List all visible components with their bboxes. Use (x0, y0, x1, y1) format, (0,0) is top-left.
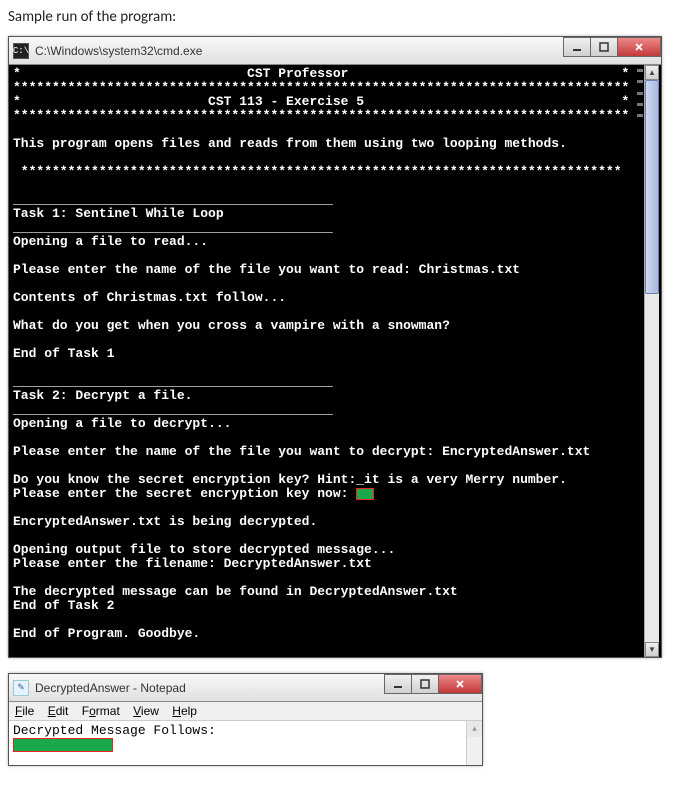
console-line: End of Task 1 (13, 347, 657, 361)
notepad-minimize-button[interactable] (384, 674, 412, 694)
notepad-window: ✎ DecryptedAnswer - Notepad File Edit Fo… (8, 673, 483, 766)
console-line (13, 501, 657, 515)
console-line (13, 305, 657, 319)
cmd-window-title: C:\Windows\system32\cmd.exe (35, 44, 202, 58)
minimize-button[interactable] (563, 37, 591, 57)
console-line (13, 459, 657, 473)
notepad-line-1: Decrypted Message Follows: (13, 723, 478, 738)
console-line: Opening a file to read... (13, 235, 657, 249)
cmd-titlebar[interactable]: C:\ C:\Windows\system32\cmd.exe (9, 37, 661, 65)
close-button[interactable] (617, 37, 661, 57)
console-line: Task 2: Decrypt a file. (13, 389, 657, 403)
notepad-titlebar[interactable]: ✎ DecryptedAnswer - Notepad (9, 674, 482, 702)
console-line: This program opens files and reads from … (13, 137, 657, 151)
notepad-close-button[interactable] (438, 674, 482, 694)
menu-file[interactable]: File (15, 704, 34, 718)
close-icon (455, 679, 465, 689)
scroll-up-button[interactable]: ▲ (645, 65, 659, 80)
console-line (13, 529, 657, 543)
console-line: Please enter the secret encryption key n… (13, 487, 657, 501)
console-line (13, 431, 657, 445)
console-line (13, 179, 657, 193)
maximize-button[interactable] (590, 37, 618, 57)
console-line: ________________________________________… (13, 193, 657, 207)
console-line: What do you get when you cross a vampire… (13, 319, 657, 333)
console-line: Please enter the filename: DecryptedAnsw… (13, 557, 657, 571)
redacted-answer (13, 738, 113, 752)
minimize-icon (393, 679, 403, 689)
console-line: ****************************************… (13, 109, 657, 123)
maximize-icon (420, 679, 430, 689)
maximize-icon (599, 42, 609, 52)
window-buttons (564, 37, 661, 57)
notepad-text-area[interactable]: Decrypted Message Follows: ▲ (9, 721, 482, 765)
console-line: ________________________________________… (13, 375, 657, 389)
notepad-window-title: DecryptedAnswer - Notepad (35, 681, 186, 695)
cmd-icon: C:\ (13, 43, 29, 59)
console-line: End of Program. Goodbye. (13, 627, 657, 641)
cmd-window: C:\ C:\Windows\system32\cmd.exe * CST Pr… (8, 36, 662, 658)
console-line (13, 641, 657, 655)
vertical-scrollbar[interactable]: ▲ ▼ (644, 65, 659, 657)
console-line: ****************************************… (13, 165, 657, 179)
console-line (13, 249, 657, 263)
console-line: Please enter the name of the file you wa… (13, 445, 657, 459)
menu-edit[interactable]: Edit (48, 704, 69, 718)
notepad-scroll-up[interactable]: ▲ (467, 721, 482, 737)
notepad-maximize-button[interactable] (411, 674, 439, 694)
console-line: Contents of Christmas.txt follow... (13, 291, 657, 305)
console-line: ________________________________________… (13, 221, 657, 235)
notepad-vertical-scrollbar[interactable]: ▲ (466, 721, 482, 765)
console-line (13, 571, 657, 585)
notepad-window-buttons (385, 674, 482, 694)
console-line: Please enter the name of the file you wa… (13, 263, 657, 277)
scrollbar-thumb[interactable] (645, 80, 659, 294)
console-line (13, 277, 657, 291)
console-line: ****************************************… (13, 81, 657, 95)
decoration-marks (637, 69, 643, 117)
console-line: Opening output file to store decrypted m… (13, 543, 657, 557)
menu-help[interactable]: Help (172, 704, 197, 718)
console-line (13, 151, 657, 165)
console-line (13, 613, 657, 627)
console-line: Opening a file to decrypt... (13, 417, 657, 431)
scroll-down-button[interactable]: ▼ (645, 642, 659, 657)
console-line (13, 361, 657, 375)
console-line: End of Task 2 (13, 599, 657, 613)
menu-format[interactable]: Format (82, 704, 120, 718)
console-line: * CST Professor * (13, 67, 657, 81)
console-line: The decrypted message can be found in De… (13, 585, 657, 599)
notepad-icon: ✎ (13, 680, 29, 696)
console-line: Task 1: Sentinel While Loop (13, 207, 657, 221)
console-line: ________________________________________… (13, 403, 657, 417)
console-line: * CST 113 - Exercise 5 * (13, 95, 657, 109)
console-line: Do you know the secret encryption key? H… (13, 473, 657, 487)
minimize-icon (572, 42, 582, 52)
console-output: * CST Professor ************************… (9, 65, 661, 657)
console-line (13, 333, 657, 347)
console-line (13, 123, 657, 137)
menu-view[interactable]: View (133, 704, 159, 718)
notepad-menubar: File Edit Format View Help (9, 702, 482, 721)
console-line: EncryptedAnswer.txt is being decrypted. (13, 515, 657, 529)
caption-text: Sample run of the program: (8, 8, 667, 26)
scrollbar-track[interactable] (645, 80, 659, 642)
redacted-key (356, 488, 374, 500)
close-icon (634, 42, 644, 52)
